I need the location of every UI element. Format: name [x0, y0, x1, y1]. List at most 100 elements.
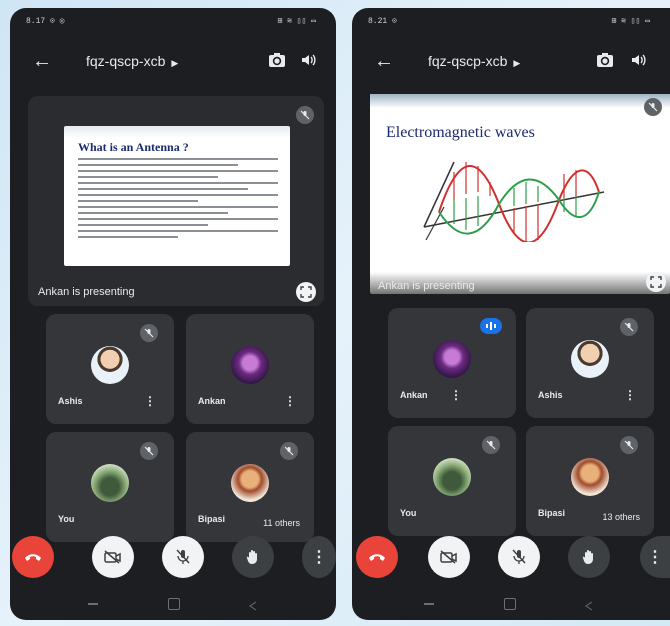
participant-name: You	[400, 508, 417, 518]
end-call-button[interactable]	[12, 536, 54, 578]
avatar	[231, 346, 269, 384]
more-vert-icon[interactable]: ⋮	[284, 394, 296, 408]
back-nav-icon[interactable]	[248, 598, 258, 611]
raise-hand-icon	[246, 550, 257, 564]
back-nav-icon[interactable]	[584, 598, 594, 611]
fullscreen-icon[interactable]	[296, 282, 316, 302]
end-call-icon	[369, 554, 385, 561]
more-vert-icon[interactable]: ⋮	[144, 394, 156, 408]
presentation-stage[interactable]: What is an Antenna ? Ankan is presenting	[28, 96, 324, 306]
phone-screen-left: 8.17 ⊙ ◎ ⊞ ≋ ▯▯ ▭ ← fqz-qscp-xcb ▶ What i…	[10, 8, 336, 620]
end-call-button[interactable]	[356, 536, 398, 578]
app-bar: ← fqz-qscp-xcb ▶	[10, 44, 336, 78]
raise-hand-button[interactable]	[232, 536, 274, 578]
switch-camera-icon[interactable]	[596, 52, 614, 68]
more-vert-icon[interactable]: ⋮	[450, 388, 462, 402]
mic-off-icon	[140, 324, 158, 342]
camera-off-icon	[440, 550, 457, 564]
mic-off-icon	[620, 436, 638, 454]
mic-off-icon	[176, 549, 190, 564]
participant-tile[interactable]: Ankan ⋮	[388, 308, 516, 418]
recents-nav-icon[interactable]	[88, 603, 98, 605]
mic-toggle-button[interactable]	[162, 536, 204, 578]
participant-name: Bipasi	[198, 514, 226, 524]
participant-tile-self[interactable]: You	[388, 426, 516, 536]
participant-tile-group[interactable]: Bipasi 13 others	[526, 426, 654, 536]
slide-title: Electromagnetic waves	[386, 124, 535, 141]
system-nav-bar	[10, 596, 336, 614]
raise-hand-icon	[582, 550, 593, 564]
fullscreen-icon[interactable]	[646, 272, 666, 292]
camera-toggle-button[interactable]	[428, 536, 470, 578]
presenting-label: Ankan is presenting	[38, 286, 135, 298]
call-controls: ⋮	[10, 536, 336, 580]
meeting-code[interactable]: fqz-qscp-xcb ▶	[428, 53, 520, 69]
presenting-label: Ankan is presenting	[378, 280, 475, 292]
status-time: 8.21	[368, 17, 388, 26]
mic-toggle-button[interactable]	[498, 536, 540, 578]
back-arrow-icon[interactable]: ←	[32, 50, 52, 73]
participant-name: Ashis	[538, 390, 563, 400]
recents-nav-icon[interactable]	[424, 603, 434, 605]
raise-hand-button[interactable]	[568, 536, 610, 578]
mic-off-icon	[296, 106, 314, 124]
avatar	[231, 464, 269, 502]
status-icons: ⊙ ◎	[50, 17, 65, 26]
caret-right-icon: ▶	[171, 58, 179, 68]
participant-name: Ashis	[58, 396, 83, 406]
slide-title: What is an Antenna ?	[78, 140, 189, 154]
mic-off-icon	[482, 436, 500, 454]
end-call-icon	[25, 554, 41, 561]
speaking-indicator	[480, 318, 502, 334]
em-wave-diagram	[423, 161, 605, 242]
status-indicators: ⊞ ≋ ▯▯ ▭	[277, 17, 316, 26]
mic-off-icon	[140, 442, 158, 460]
app-bar: ← fqz-qscp-xcb ▶	[352, 44, 670, 78]
status-icons: ⊙	[392, 17, 397, 26]
home-nav-icon[interactable]	[168, 598, 180, 610]
participant-name: Ankan	[198, 396, 226, 406]
slide-text-lines	[78, 158, 278, 242]
participant-name: You	[58, 514, 75, 524]
speaker-icon[interactable]	[630, 52, 646, 68]
mic-off-icon	[280, 442, 298, 460]
more-vert-icon: ⋮	[647, 549, 663, 566]
status-time: 8.17	[26, 17, 46, 26]
phone-screen-right: 8.21 ⊙ ⊞ ≋ ▯▯ ▭ ← fqz-qscp-xcb ▶ Electrom…	[352, 8, 670, 620]
more-vert-icon[interactable]: ⋮	[624, 388, 636, 402]
slide-header-band	[370, 94, 670, 108]
participant-tile[interactable]: Ankan ⋮	[186, 314, 314, 424]
back-arrow-icon[interactable]: ←	[374, 50, 394, 73]
avatar	[571, 458, 609, 496]
camera-off-icon	[104, 550, 121, 564]
avatar	[91, 346, 129, 384]
more-vert-icon: ⋮	[311, 549, 327, 566]
others-count[interactable]: 11 others	[263, 518, 300, 528]
participant-tile[interactable]: Ashis ⋮	[526, 308, 654, 418]
participant-tile-self[interactable]: You	[46, 432, 174, 542]
caret-right-icon: ▶	[513, 58, 521, 68]
participant-name: Ankan	[400, 390, 428, 400]
speaker-icon[interactable]	[300, 52, 316, 68]
avatar	[91, 464, 129, 502]
avatar	[571, 340, 609, 378]
others-count[interactable]: 13 others	[602, 512, 640, 522]
participant-tile[interactable]: Ashis ⋮	[46, 314, 174, 424]
status-indicators: ⊞ ≋ ▯▯ ▭	[611, 17, 650, 26]
more-options-button[interactable]: ⋮	[640, 536, 670, 578]
shared-slide: What is an Antenna ?	[64, 126, 290, 266]
status-bar: 8.17 ⊙ ◎ ⊞ ≋ ▯▯ ▭	[10, 8, 336, 32]
home-nav-icon[interactable]	[504, 598, 516, 610]
audio-level-icon	[486, 322, 496, 330]
mic-off-icon	[620, 318, 638, 336]
camera-toggle-button[interactable]	[92, 536, 134, 578]
meeting-code[interactable]: fqz-qscp-xcb ▶	[86, 53, 178, 69]
status-bar: 8.21 ⊙ ⊞ ≋ ▯▯ ▭	[352, 8, 670, 32]
switch-camera-icon[interactable]	[268, 52, 286, 68]
presentation-stage[interactable]: Electromagnetic waves Ankan is presentin…	[370, 94, 670, 294]
call-controls: ⋮	[352, 536, 670, 580]
system-nav-bar	[352, 596, 670, 614]
more-options-button[interactable]: ⋮	[302, 536, 336, 578]
avatar	[433, 340, 471, 378]
participant-tile-group[interactable]: Bipasi 11 others	[186, 432, 314, 542]
